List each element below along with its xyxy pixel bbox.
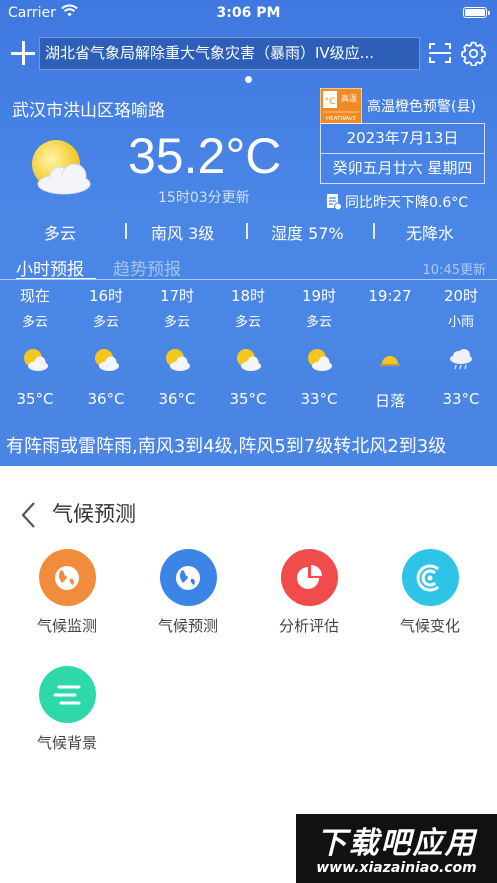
document-icon <box>327 194 342 211</box>
condition-precip: 无降水 <box>406 224 455 243</box>
globe-icon <box>38 549 96 606</box>
divider <box>0 279 497 280</box>
condition-humidity: 湿度 57% <box>271 224 344 243</box>
forecast-scroll-text: 有阵雨或雷阵雨,南风3到4级,阵风5到7级转北风2到3级 <box>6 436 447 457</box>
hour-condition <box>355 312 425 334</box>
tab-trend[interactable]: 趋势预报 <box>113 255 181 280</box>
hourly-item: 16时 多云 36°C <box>71 284 141 408</box>
divider <box>373 223 375 239</box>
partly-cloudy-icon <box>284 340 354 380</box>
hour-condition: 多云 <box>92 315 119 330</box>
tile-label: 分析评估 <box>278 617 339 635</box>
compare-yesterday: 同比昨天下降0.6°C <box>326 192 468 212</box>
hour-condition: 多云 <box>21 315 48 330</box>
hour-time: 19:27 <box>368 287 412 305</box>
hour-condition: 多云 <box>234 315 261 330</box>
forecast-tabs: 小时预报 趋势预报 10:45更新 <box>0 253 497 281</box>
hour-time: 16时 <box>88 287 124 305</box>
hour-temperature: 33°C <box>300 390 338 408</box>
location-title[interactable]: 武汉市洪山区珞喻路 <box>12 96 165 121</box>
hourly-item: 现在 多云 35°C <box>0 284 70 408</box>
hourly-item: 19:27 日落 <box>355 284 425 411</box>
warning-badge-top: 高温 <box>341 93 357 103</box>
divider <box>125 223 127 239</box>
partly-cloudy-icon <box>0 340 70 380</box>
tile-label: 气候预测 <box>157 617 218 635</box>
condition-wind: 南风 3级 <box>151 224 215 243</box>
hour-temperature: 36°C <box>87 390 125 408</box>
tile-label: 气候变化 <box>399 617 460 635</box>
hourly-updated-time: 10:45更新 <box>422 263 486 278</box>
gear-icon[interactable] <box>461 41 486 70</box>
hourly-item: 19时 多云 33°C <box>284 284 354 408</box>
tile-label: 气候背景 <box>36 734 97 752</box>
watermark-logo: 下载吧应用 www.xiazainiao.com <box>296 814 497 883</box>
hour-time: 17时 <box>159 287 195 305</box>
tile-label: 气候监测 <box>36 617 97 635</box>
condition-weather: 多云 <box>44 224 77 243</box>
update-time: 15时03分更新 <box>158 190 250 206</box>
hour-condition: 多云 <box>305 315 332 330</box>
hourly-item: 17时 多云 36°C <box>142 284 212 408</box>
hour-condition: 小雨 <box>447 315 474 330</box>
hour-temperature: 36°C <box>158 390 196 408</box>
hour-temperature: 35°C <box>16 390 54 408</box>
tab-hourly[interactable]: 小时预报 <box>16 255 84 280</box>
light-rain-icon <box>426 340 496 380</box>
alert-ticker[interactable]: 湖北省气象局解除重大气象灾害（暴雨）IV级应... <box>39 37 420 70</box>
hour-time: 19时 <box>301 287 337 305</box>
weather-panel: Carrier 3:06 PM 湖北省气象局解除重大气象灾害（暴雨）IV级应..… <box>0 0 497 466</box>
battery-icon <box>463 7 490 18</box>
status-bar: Carrier 3:06 PM <box>0 0 497 26</box>
hour-temperature: 日落 <box>374 392 405 410</box>
divider <box>246 223 248 239</box>
globe-icon <box>159 549 217 606</box>
warning-badge-sub: HEATWAVE <box>326 116 357 122</box>
partly-cloudy-icon <box>71 340 141 380</box>
tile-climate-monitoring[interactable]: 气候监测 <box>12 549 122 636</box>
date-box: 2023年7月13日 癸卯五月廿六 星期四 <box>320 123 485 184</box>
hour-time: 现在 <box>19 287 50 305</box>
heat-warning-badge[interactable]: °C 高温 HEATWAVE <box>319 87 363 125</box>
hour-condition: 多云 <box>163 315 190 330</box>
current-conditions: 多云 南风 3级 湿度 57% 无降水 <box>0 220 497 244</box>
tile-climate-prediction[interactable]: 气候预测 <box>133 549 243 636</box>
date-label: 2023年7月13日 <box>321 124 484 154</box>
lunar-date-label: 癸卯五月廿六 星期四 <box>332 159 473 177</box>
scan-icon[interactable] <box>429 43 451 67</box>
partly-cloudy-icon <box>142 340 212 380</box>
partly-cloudy-icon <box>28 138 94 202</box>
hour-time: 18时 <box>230 287 266 305</box>
page-indicator <box>245 76 252 83</box>
hourly-item: 18时 多云 35°C <box>213 284 283 408</box>
hourly-item: 20时 小雨 33°C <box>426 284 496 408</box>
compare-label: 同比昨天下降0.6°C <box>345 195 469 211</box>
warning-text[interactable]: 高温橙色预警(县) <box>367 96 476 116</box>
current-temperature: 35.2°C <box>128 128 282 184</box>
watermark-title: 下载吧应用 <box>316 826 477 861</box>
pie-chart-icon <box>280 549 338 606</box>
partly-cloudy-icon <box>213 340 283 380</box>
panel-title: 气候预测 <box>52 502 136 526</box>
svg-text:°C: °C <box>325 97 336 107</box>
tile-analysis-assessment[interactable]: 分析评估 <box>254 549 364 636</box>
status-time: 3:06 PM <box>216 5 281 21</box>
tile-climate-change[interactable]: 气候变化 <box>375 549 485 636</box>
hour-time: 20时 <box>443 287 479 305</box>
hour-temperature: 33°C <box>442 390 480 408</box>
sunset-icon <box>355 340 425 380</box>
add-location-button[interactable] <box>11 41 35 65</box>
tile-climate-background[interactable]: 气候背景 <box>12 666 122 753</box>
hour-temperature: 35°C <box>229 390 267 408</box>
back-button[interactable] <box>20 501 36 533</box>
watermark-url: www.xiazainiao.com <box>316 860 477 876</box>
wind-lines-icon <box>38 666 96 723</box>
climate-change-icon <box>401 549 459 606</box>
